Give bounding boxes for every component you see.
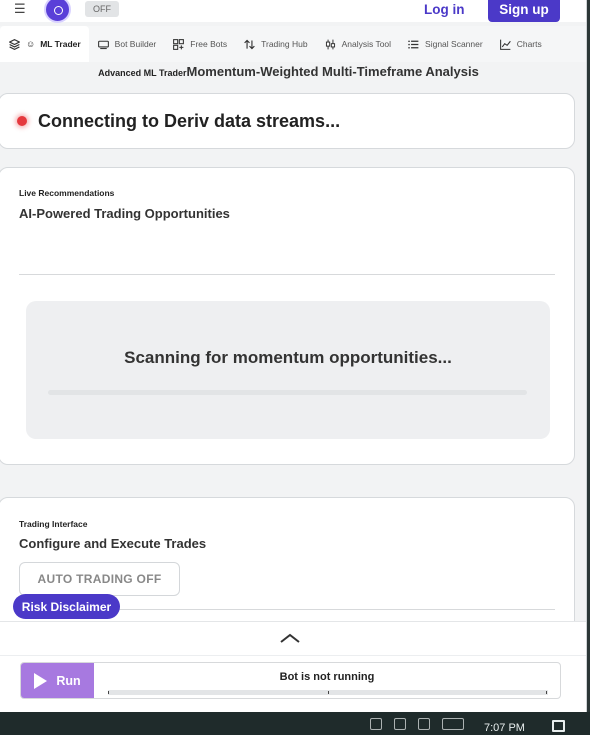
progress-tick — [546, 691, 547, 694]
run-button-label: Run — [56, 673, 81, 688]
signup-button[interactable]: Sign up — [488, 0, 560, 22]
bot-progress-track — [108, 690, 548, 695]
taskbar-clock[interactable]: 7:07 PM — [484, 722, 525, 734]
tab-signal-scanner-label: Signal Scanner — [425, 39, 483, 49]
recommendations-label: Live Recommendations — [19, 188, 115, 198]
hamburger-icon[interactable]: ☰ — [14, 1, 26, 17]
tab-ml-trader-label: ML Trader — [40, 39, 81, 49]
tab-ml-trader[interactable]: ☺ ML Trader — [0, 26, 89, 62]
free-bots-icon — [173, 38, 185, 50]
tab-free-bots-label: Free Bots — [190, 39, 228, 49]
recommendations-title: AI-Powered Trading Opportunities — [19, 206, 230, 221]
list-icon — [408, 39, 419, 49]
subtitle-main: Momentum-Weighted Multi-Timeframe Analys… — [186, 64, 479, 79]
layers-icon — [9, 38, 20, 50]
app-window: ☰ OFF Log in Sign up ☺ ML Trader Bot Bui… — [0, 0, 587, 712]
bot-status-area: Bot is not running — [94, 663, 560, 698]
tab-bot-builder-label: Bot Builder — [114, 39, 157, 49]
status-indicator-dot — [17, 116, 27, 126]
tab-analysis-tool[interactable]: Analysis Tool — [316, 26, 399, 62]
recommendations-card: Live Recommendations AI-Powered Trading … — [0, 167, 575, 465]
trading-interface-label: Trading Interface — [19, 519, 88, 529]
tab-free-bots[interactable]: Free Bots — [164, 26, 235, 62]
line-chart-icon — [499, 39, 511, 50]
tab-charts[interactable]: Charts — [491, 26, 550, 62]
arrows-up-down-icon — [244, 39, 255, 49]
top-header: ☰ OFF Log in Sign up — [0, 0, 586, 23]
connection-status-card: Connecting to Deriv data streams... — [0, 93, 575, 149]
trading-interface-title: Configure and Execute Trades — [19, 536, 207, 551]
auto-trading-toggle-button[interactable]: AUTO TRADING OFF — [19, 562, 180, 596]
progress-tick — [108, 691, 109, 694]
risk-disclaimer-button[interactable]: Risk Disclaimer — [13, 594, 120, 619]
os-taskbar: 7:07 PM — [0, 712, 590, 735]
chevron-up-icon[interactable] — [279, 631, 301, 645]
deriv-logo-icon[interactable] — [44, 0, 71, 23]
run-bar: Run Bot is not running — [20, 662, 561, 699]
divider — [19, 274, 555, 275]
bottom-run-panel: Run Bot is not running — [0, 621, 586, 712]
scanning-text: Scanning for momentum opportunities... — [124, 348, 452, 367]
tray-icons — [370, 718, 464, 730]
robot-glyph-icon: ☺ — [26, 39, 36, 49]
toggle-off-pill[interactable]: OFF — [85, 1, 119, 17]
tab-bot-builder[interactable]: Bot Builder — [89, 26, 165, 62]
run-button[interactable]: Run — [21, 663, 94, 698]
scanning-panel: Scanning for momentum opportunities... — [26, 301, 550, 439]
notification-icon[interactable] — [552, 720, 565, 732]
network-icon[interactable] — [370, 718, 382, 730]
divider — [0, 655, 586, 656]
subtitle-prefix: Advanced ML Trader — [98, 68, 187, 78]
tab-trading-hub[interactable]: Trading Hub — [235, 26, 315, 62]
tab-trading-hub-label: Trading Hub — [261, 39, 308, 49]
connection-status-text: Connecting to Deriv data streams... — [38, 111, 341, 131]
play-icon — [34, 672, 48, 689]
battery-icon[interactable] — [418, 718, 430, 730]
tab-analysis-tool-label: Analysis Tool — [341, 39, 392, 49]
bot-builder-icon — [97, 40, 109, 49]
volume-icon[interactable] — [394, 718, 406, 730]
progress-tick — [328, 691, 329, 694]
keyboard-icon[interactable] — [442, 718, 464, 730]
scanning-progress-bar — [48, 390, 527, 395]
candlestick-icon — [325, 39, 335, 49]
login-link[interactable]: Log in — [424, 2, 465, 17]
bot-status-text: Bot is not running — [279, 671, 375, 683]
main-tab-bar: ☺ ML Trader Bot Builder Free Bots Tradin… — [0, 26, 586, 62]
page-subtitle: Advanced ML TraderMomentum-Weighted Mult… — [0, 63, 577, 81]
tab-signal-scanner[interactable]: Signal Scanner — [399, 26, 491, 62]
tab-charts-label: Charts — [516, 39, 542, 49]
